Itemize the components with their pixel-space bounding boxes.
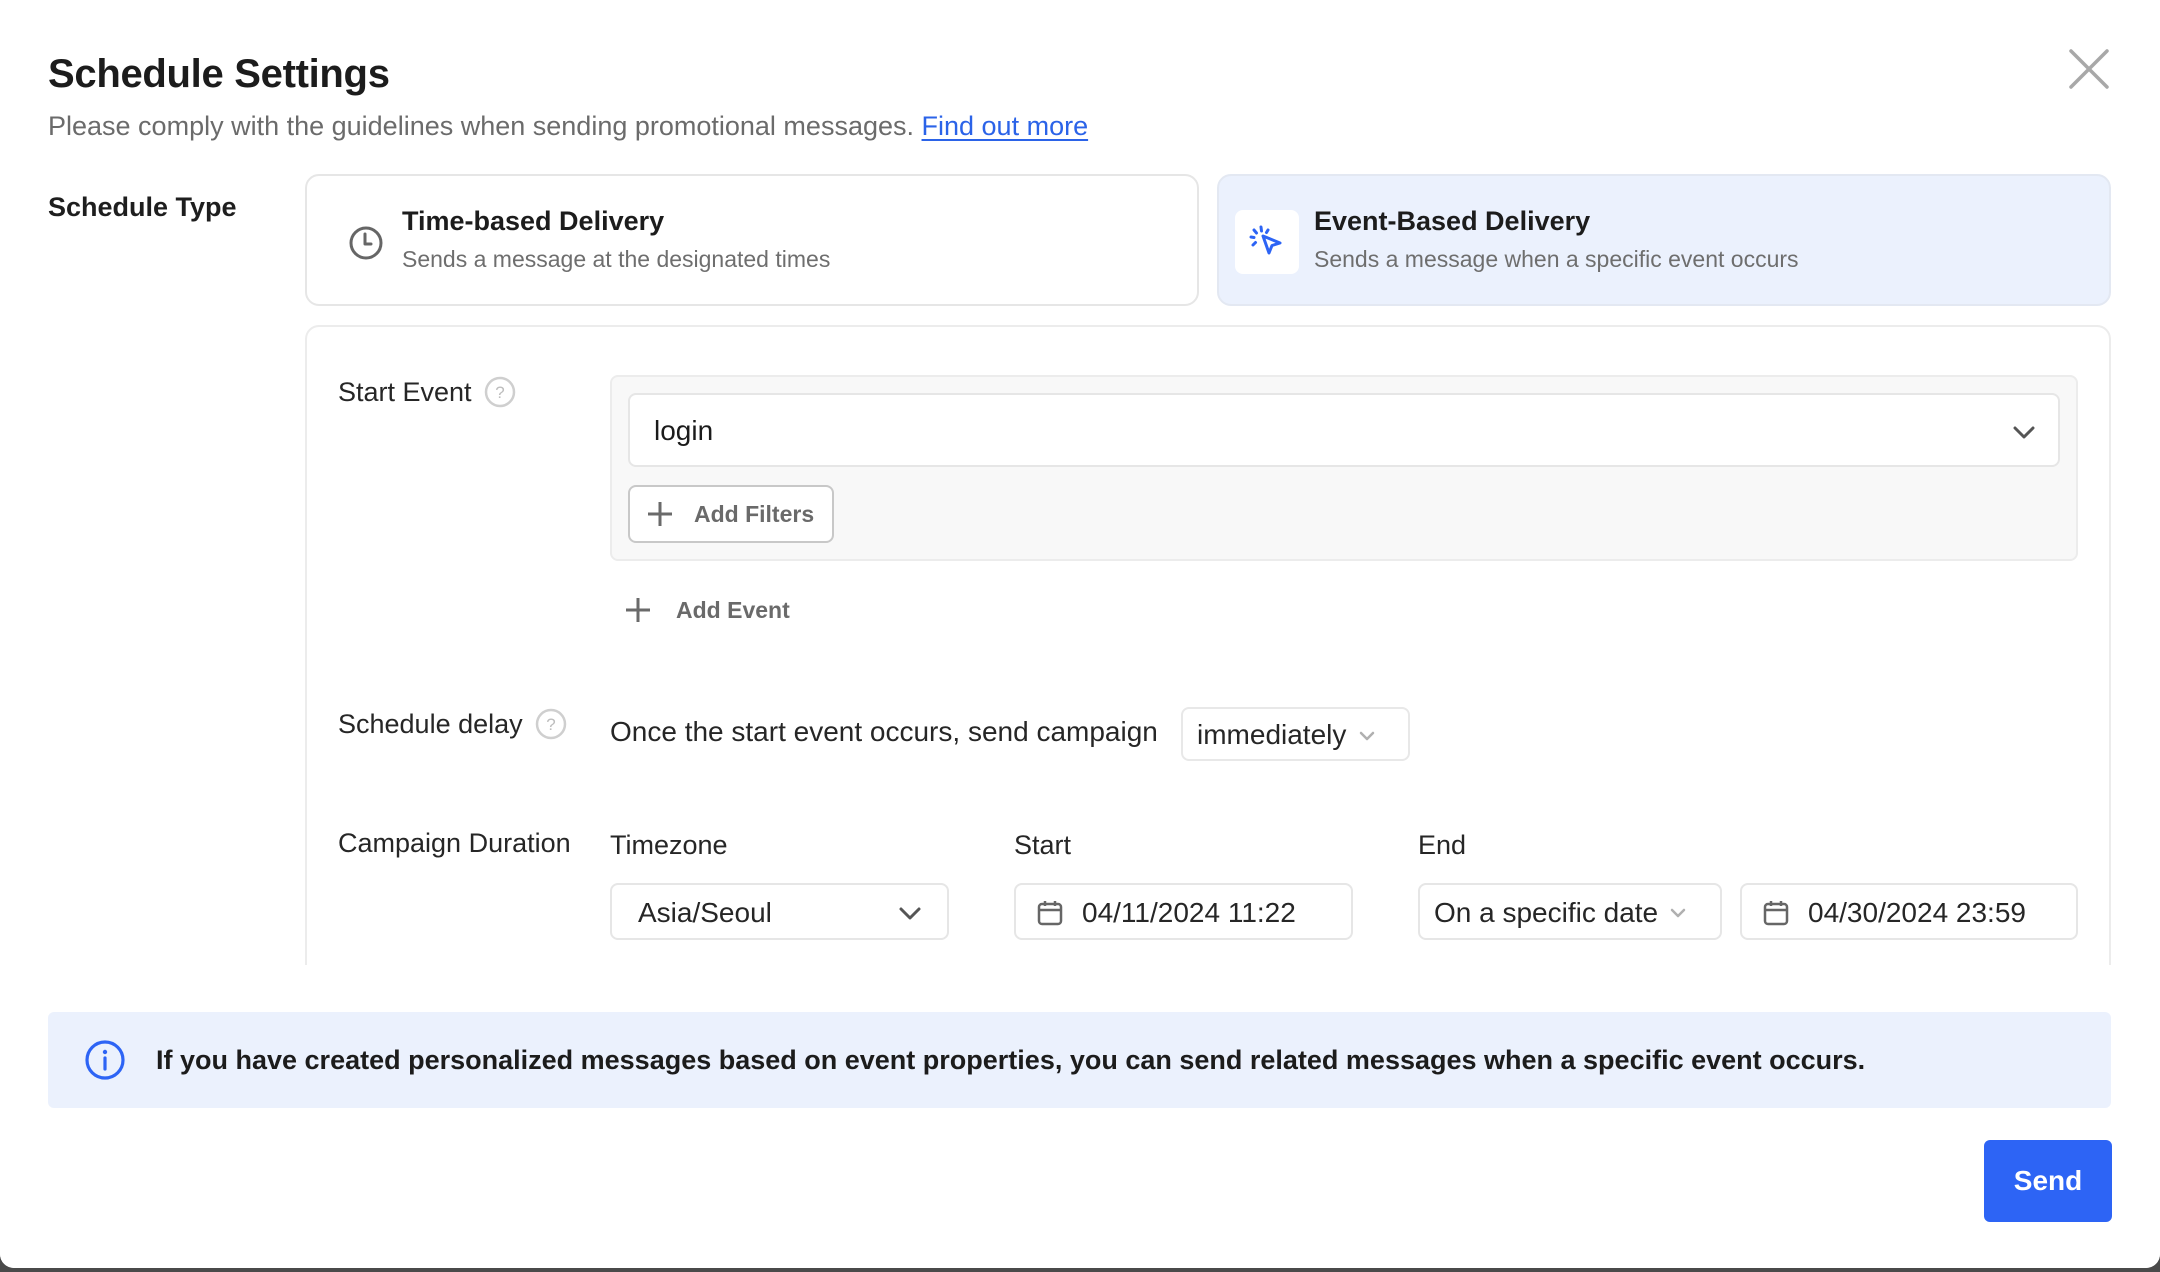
start-event-value: login	[654, 415, 714, 446]
start-date-input[interactable]: 04/11/2024 11:22	[1014, 883, 1353, 940]
plus-icon	[648, 502, 672, 526]
chevron-down-icon	[2013, 426, 2035, 439]
add-filters-label: Add Filters	[694, 500, 815, 527]
add-event-button[interactable]: Add Event	[624, 592, 790, 628]
time-based-delivery-option[interactable]: Time-based Delivery Sends a message at t…	[305, 174, 1199, 306]
timezone-select[interactable]: Asia/Seoul	[610, 883, 949, 940]
end-date-value: 04/30/2024 23:59	[1808, 897, 2026, 928]
clock-icon	[349, 226, 383, 260]
clock-icon-wrap	[335, 212, 397, 274]
option-description: Sends a message when a specific event oc…	[1314, 246, 1799, 272]
start-label: Start	[1014, 830, 1072, 860]
schedule-settings-dialog: Schedule Settings Please comply with the…	[0, 0, 2160, 1268]
add-event-label: Add Event	[676, 596, 790, 623]
chevron-down-icon	[899, 907, 921, 920]
calendar-icon	[1037, 901, 1063, 926]
find-out-more-link[interactable]: Find out more	[922, 111, 1089, 141]
end-label: End	[1418, 830, 1467, 860]
schedule-delay-value: immediately	[1197, 719, 1347, 750]
plus-icon	[626, 598, 650, 622]
cursor-icon-wrap	[1235, 210, 1299, 274]
schedule-type-label: Schedule Type	[48, 192, 237, 222]
option-title: Time-based Delivery	[402, 206, 665, 236]
svg-text:?: ?	[495, 383, 504, 402]
chevron-down-icon	[1670, 908, 1686, 918]
option-title: Event-Based Delivery	[1314, 206, 1591, 236]
option-description: Sends a message at the designated times	[402, 246, 831, 272]
timezone-label: Timezone	[610, 830, 728, 860]
timezone-value: Asia/Seoul	[638, 897, 772, 928]
svg-text:?: ?	[546, 715, 555, 734]
add-filters-button[interactable]: Add Filters	[628, 485, 834, 543]
dialog-title: Schedule Settings	[48, 52, 390, 96]
schedule-delay-description: Once the start event occurs, send campai…	[610, 716, 1158, 747]
subtitle-text: Please comply with the guidelines when s…	[48, 111, 914, 141]
question-circle-icon[interactable]: ?	[535, 708, 567, 740]
info-icon	[85, 1040, 125, 1080]
start-event-label: Start Event ?	[338, 376, 516, 408]
end-mode-value: On a specific date	[1434, 897, 1659, 928]
cursor-click-icon	[1249, 225, 1282, 255]
calendar-icon	[1763, 901, 1789, 926]
chevron-down-icon	[1359, 731, 1375, 741]
schedule-delay-select[interactable]: immediately	[1181, 707, 1410, 761]
event-based-delivery-option[interactable]: Event-Based Delivery Sends a message whe…	[1217, 174, 2111, 306]
schedule-delay-label-text: Schedule delay	[338, 708, 523, 739]
close-button[interactable]	[2066, 46, 2112, 92]
dialog-subtitle: Please comply with the guidelines when s…	[48, 111, 1088, 142]
campaign-duration-label: Campaign Duration	[338, 828, 571, 858]
footer-area	[0, 965, 2160, 1268]
info-message: If you have created personalized message…	[156, 1044, 1866, 1075]
close-icon	[2069, 49, 2109, 89]
start-event-select[interactable]: login	[628, 393, 2060, 467]
end-mode-select[interactable]: On a specific date	[1418, 883, 1722, 940]
end-date-input[interactable]: 04/30/2024 23:59	[1740, 883, 2078, 940]
start-event-label-text: Start Event	[338, 376, 472, 407]
schedule-delay-label: Schedule delay ?	[338, 708, 567, 740]
start-date-value: 04/11/2024 11:22	[1082, 897, 1296, 928]
info-banner: If you have created personalized message…	[48, 1012, 2111, 1108]
question-circle-icon[interactable]: ?	[484, 376, 516, 408]
send-button[interactable]: Send	[1984, 1140, 2112, 1222]
